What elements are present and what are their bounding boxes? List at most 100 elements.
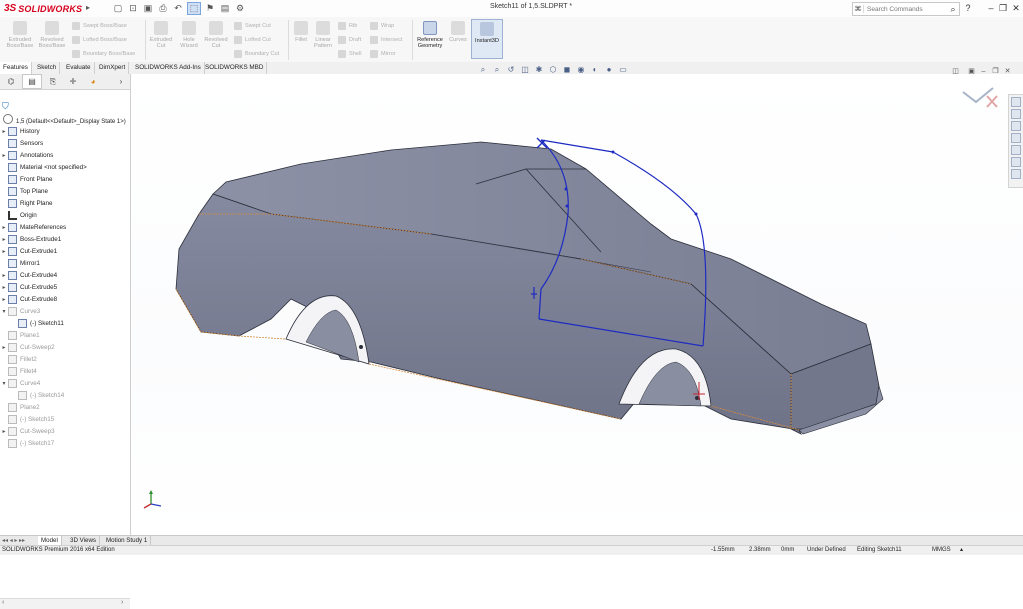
viewport-split-icon[interactable]: ◫	[951, 67, 960, 76]
viewport-close-icon[interactable]: ✕	[1003, 67, 1012, 76]
search-input[interactable]: Search Commands	[864, 6, 947, 13]
tab-dimxpert[interactable]: DimXpert	[96, 62, 130, 74]
zoom-to-fit-icon[interactable]: ⌕	[478, 65, 488, 75]
lofted-cut-button[interactable]: Lofted Cut	[234, 35, 271, 45]
tree-root[interactable]: 1,5 (Default<<Default>_Display State 1>)	[3, 114, 126, 125]
tree-item-plane2[interactable]: Plane2	[0, 402, 40, 413]
expand-icon[interactable]: ▸	[0, 152, 8, 159]
scroll-right-icon[interactable]: ›	[121, 599, 123, 606]
print-icon[interactable]: ⎙	[157, 3, 169, 14]
tree-item-mirror1[interactable]: Mirror1	[0, 258, 40, 269]
tree-item-fillet2[interactable]: Fillet2	[0, 354, 37, 365]
forum-icon[interactable]	[1011, 169, 1021, 179]
new-document-icon[interactable]: ▢	[112, 3, 124, 14]
expand-icon[interactable]: ▸	[0, 272, 8, 279]
undo-icon[interactable]: ↶	[172, 3, 184, 14]
viewport-minimize-icon[interactable]: –	[979, 67, 988, 76]
viewport-restore-icon[interactable]: ❐	[991, 67, 1000, 76]
draft-button[interactable]: Draft	[338, 35, 361, 45]
extruded-boss-button[interactable]: Extruded Boss/Base	[4, 21, 36, 49]
swept-boss-button[interactable]: Swept Boss/Base	[72, 21, 127, 31]
wrap-button[interactable]: Wrap	[370, 21, 394, 31]
configuration-icon[interactable]: ⎘	[44, 75, 62, 88]
hole-wizard-button[interactable]: Hole Wizard	[176, 21, 202, 49]
tree-item-front-plane[interactable]: Front Plane	[0, 174, 53, 185]
expand-icon[interactable]: ▸	[0, 236, 8, 243]
tree-item-sketch15[interactable]: (-) Sketch15	[0, 414, 54, 425]
display-style-icon[interactable]: ◼	[562, 65, 572, 75]
tree-item-cut-extrude4[interactable]: ▸ Cut-Extrude4	[0, 270, 57, 281]
tree-item-history[interactable]: ▸ History	[0, 126, 40, 137]
tree-item-sensors[interactable]: Sensors	[0, 138, 43, 149]
tree-item-origin[interactable]: Origin	[0, 210, 37, 221]
car-body[interactable]	[175, 141, 884, 435]
tab-mbd[interactable]: SOLIDWORKS MBD	[202, 62, 268, 74]
tree-item-fillet4[interactable]: Fillet4	[0, 366, 37, 377]
select-icon[interactable]: ⬚	[187, 1, 201, 15]
tree-item-cut-extrude5[interactable]: ▸ Cut-Extrude5	[0, 282, 57, 293]
file-properties-icon[interactable]: ▤	[219, 3, 231, 14]
extruded-cut-button[interactable]: Extruded Cut	[148, 21, 174, 49]
horizontal-scrollbar[interactable]: ‹ ›	[0, 598, 130, 609]
tree-item-cut-extrude1[interactable]: ▸ Cut-Extrude1	[0, 246, 57, 257]
zoom-area-icon[interactable]: ⌕	[492, 65, 502, 75]
tree-item-annotations[interactable]: ▸ Annotations	[0, 150, 53, 161]
property-manager-icon[interactable]: ▤	[22, 74, 42, 89]
apply-scene-icon[interactable]: ●	[604, 65, 614, 75]
dynamic-annotation-icon[interactable]: ✱	[534, 65, 544, 75]
revolved-boss-button[interactable]: Revolved Boss/Base	[36, 21, 68, 49]
expand-icon[interactable]: ▸	[0, 248, 8, 255]
restore-icon[interactable]: ❐	[997, 2, 1009, 14]
tab-addins[interactable]: SOLIDWORKS Add-Ins	[132, 62, 205, 74]
hide-show-icon[interactable]: ◉	[576, 65, 586, 75]
file-explorer-icon[interactable]	[1011, 121, 1021, 131]
rebuild-icon[interactable]: ⚑	[204, 3, 216, 14]
tree-item-sketch14[interactable]: (-) Sketch14	[18, 390, 64, 401]
view-palette-icon[interactable]	[1011, 133, 1021, 143]
expand-arrow-icon[interactable]: ›	[112, 75, 130, 88]
tree-item-curve4[interactable]: ▾ Curve4	[0, 378, 40, 389]
curves-button[interactable]: Curves	[447, 21, 469, 43]
design-library-icon[interactable]	[1011, 109, 1021, 119]
edit-appearance-icon[interactable]: ◐	[590, 65, 600, 75]
expand-icon[interactable]: ▸	[0, 128, 8, 135]
tab-sketch[interactable]: Sketch	[34, 62, 61, 74]
instant3d-button[interactable]: Instant3D	[471, 19, 503, 59]
resources-icon[interactable]	[1011, 97, 1021, 107]
expand-icon[interactable]: ▸	[0, 344, 8, 351]
linear-pattern-button[interactable]: Linear Pattern	[312, 21, 334, 49]
swept-cut-button[interactable]: Swept Cut	[234, 21, 271, 31]
search-commands[interactable]: ⌘ Search Commands ⌕	[852, 2, 960, 16]
rib-button[interactable]: Rib	[338, 21, 357, 31]
minimize-icon[interactable]: –	[985, 2, 997, 14]
custom-properties-icon[interactable]	[1011, 157, 1021, 167]
tree-item-plane1[interactable]: Plane1	[0, 330, 40, 341]
tree-item-cut-sweep3[interactable]: ▸ Cut-Sweep3	[0, 426, 55, 437]
menu-arrow-icon[interactable]: ▸	[86, 3, 90, 12]
graphics-area[interactable]	[131, 74, 1023, 535]
help-button[interactable]: ?	[962, 2, 974, 14]
search-icon[interactable]: ⌕	[947, 4, 959, 15]
previous-view-icon[interactable]: ↺	[506, 65, 516, 75]
boundary-cut-button[interactable]: Boundary Cut	[234, 49, 279, 59]
tab-evaluate[interactable]: Evaluate	[63, 62, 95, 74]
collapse-icon[interactable]: ▾	[0, 308, 8, 315]
solidworks-logo[interactable]: 3S SOLIDWORKS	[4, 2, 82, 15]
mirror-button[interactable]: Mirror	[370, 49, 396, 59]
fillet-button[interactable]: Fillet	[290, 21, 312, 43]
tree-item-curve3[interactable]: ▾ Curve3	[0, 306, 40, 317]
viewport-tile-icon[interactable]: ▣	[967, 67, 976, 76]
dimxpert-icon[interactable]: ✛	[64, 75, 82, 88]
tree-item-boss-extrude1[interactable]: ▸ Boss-Extrude1	[0, 234, 61, 245]
tree-item-matereferences[interactable]: ▸ MateReferences	[0, 222, 66, 233]
model-viewport[interactable]	[131, 74, 1023, 535]
scroll-left-icon[interactable]: ‹	[2, 599, 4, 606]
expand-icon[interactable]: ▸	[0, 224, 8, 231]
reference-geometry-button[interactable]: Reference Geometry	[414, 21, 446, 49]
tree-item-top-plane[interactable]: Top Plane	[0, 186, 48, 197]
view-settings-icon[interactable]: ▭	[618, 65, 628, 75]
tree-item-sketch11[interactable]: (-) Sketch11	[18, 318, 64, 329]
feature-tree-icon[interactable]: ⌬	[2, 75, 20, 88]
intersect-button[interactable]: Intersect	[370, 35, 402, 45]
tree-item-material[interactable]: Material <not specified>	[0, 162, 87, 173]
